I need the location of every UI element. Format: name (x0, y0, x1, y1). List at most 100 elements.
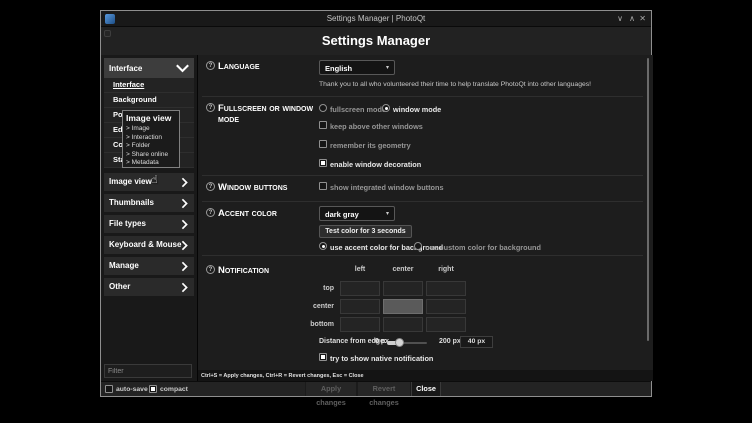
dropdown-value: dark gray (325, 210, 359, 219)
desktop-background: Settings Manager | PhotoQt ∨ ∧ ✕ Setting… (0, 0, 752, 423)
section-title-window-buttons: Window buttons (218, 182, 287, 193)
grid-row-center: center (304, 303, 334, 310)
remember-geometry-checkbox[interactable] (319, 140, 327, 148)
image-view-tooltip: Image view > Image > Interaction > Folde… (122, 110, 180, 168)
dropdown-arrow-icon: ▾ (386, 210, 389, 217)
window-decoration-label[interactable]: enable window decoration (330, 160, 421, 169)
tooltip-item: > Folder (126, 142, 176, 151)
accent-color-dropdown[interactable]: dark gray ▾ (319, 206, 395, 221)
apply-changes-button[interactable]: Apply changes (305, 382, 357, 396)
filter-input[interactable] (104, 364, 192, 378)
help-icon[interactable]: ? (206, 208, 215, 217)
remember-geometry-label[interactable]: remember its geometry (330, 141, 411, 150)
subitem-label: Interface (104, 78, 194, 92)
maximize-icon[interactable]: ∧ (629, 14, 635, 24)
close-icon[interactable]: ✕ (639, 14, 646, 24)
distance-slider-handle[interactable] (395, 338, 404, 347)
shortcut-hints: Ctrl+S = Apply changes, Ctrl+R = Revert … (201, 373, 364, 379)
grid-col-right: right (426, 266, 466, 273)
test-color-button[interactable]: Test color for 3 seconds (319, 225, 412, 238)
grid-cell-center-center-selected[interactable] (383, 299, 423, 314)
keep-above-label[interactable]: keep above other windows (330, 122, 423, 131)
tooltip-title: Image view (126, 113, 176, 123)
section-title-language: Language (218, 61, 260, 72)
subitem-label: Background (104, 93, 194, 107)
chevron-right-icon (181, 198, 188, 209)
chevron-right-icon (181, 219, 188, 230)
grid-cell-center-right[interactable] (426, 299, 466, 314)
section-divider (202, 201, 643, 202)
compact-checkbox[interactable] (149, 385, 157, 393)
sidebar-item-label: Interface (109, 64, 142, 73)
auto-save-checkbox[interactable] (105, 385, 113, 393)
tooltip-item: > Image (126, 125, 176, 134)
grid-col-left: left (340, 266, 380, 273)
faded-app-icon (104, 30, 111, 37)
sidebar-item-image-view[interactable]: Image view (104, 173, 194, 191)
grid-cell-center-left[interactable] (340, 299, 380, 314)
native-notification-label[interactable]: try to show native notification (330, 354, 433, 363)
help-icon[interactable]: ? (206, 182, 215, 191)
grid-cell-bottom-left[interactable] (340, 317, 380, 332)
help-icon[interactable]: ? (206, 103, 215, 112)
language-caption: Thank you to all who volunteered their t… (319, 81, 591, 88)
help-icon[interactable]: ? (206, 61, 215, 70)
grid-cell-bottom-center[interactable] (383, 317, 423, 332)
status-line: Ctrl+S = Apply changes, Ctrl+R = Revert … (198, 370, 653, 381)
custom-background-radio[interactable] (414, 242, 422, 250)
chevron-right-icon (181, 282, 188, 293)
keep-above-checkbox[interactable] (319, 121, 327, 129)
grid-cell-top-left[interactable] (340, 281, 380, 296)
grid-cell-bottom-right[interactable] (426, 317, 466, 332)
integrated-buttons-checkbox[interactable] (319, 182, 327, 190)
language-dropdown[interactable]: English ▾ (319, 60, 395, 75)
custom-background-label[interactable]: use custom color for background (425, 243, 541, 252)
grid-cell-top-center[interactable] (383, 281, 423, 296)
chevron-down-icon (176, 64, 189, 73)
vertical-scrollbar[interactable] (647, 58, 649, 341)
integrated-buttons-label[interactable]: show integrated window buttons (330, 183, 444, 192)
settings-sidebar: Interface Interface Background Pop Edg C… (101, 55, 198, 381)
grid-col-center: center (383, 266, 423, 273)
grid-cell-top-right[interactable] (426, 281, 466, 296)
sidebar-item-thumbnails[interactable]: Thumbnails (104, 194, 194, 212)
tooltip-item: > Metadata (126, 159, 176, 168)
sidebar-item-keyboard-mouse[interactable]: Keyboard & Mouse (104, 236, 194, 254)
help-icon[interactable]: ? (206, 265, 215, 274)
sidebar-item-interface-expanded[interactable]: Interface (104, 58, 194, 78)
settings-main-pane: ? Language English ▾ Thank you to all wh… (198, 55, 653, 381)
tooltip-item: > Share online (126, 151, 176, 160)
settings-header: Settings Manager (101, 27, 651, 55)
section-divider (202, 96, 643, 97)
native-notification-checkbox[interactable] (319, 353, 327, 361)
window-mode-radio[interactable] (382, 104, 390, 112)
fullscreen-mode-label[interactable]: fullscreen mode (330, 105, 386, 114)
window-mode-label[interactable]: window mode (393, 105, 441, 114)
sidebar-subitem-interface[interactable]: Interface (104, 78, 194, 93)
sidebar-item-other[interactable]: Other (104, 278, 194, 296)
auto-save-label[interactable]: auto-save (116, 386, 148, 393)
revert-changes-button[interactable]: Revert changes (357, 382, 411, 396)
titlebar[interactable]: Settings Manager | PhotoQt ∨ ∧ ✕ (101, 11, 651, 27)
section-title-notification: Notification (218, 265, 269, 276)
dropdown-arrow-icon: ▾ (386, 64, 389, 71)
section-title-fullscreen: Fullscreen or window mode (218, 103, 320, 125)
chevron-right-icon (181, 177, 188, 188)
section-divider (202, 255, 643, 256)
compact-label[interactable]: compact (160, 386, 188, 393)
sidebar-subitem-background[interactable]: Background (104, 93, 194, 108)
section-divider (202, 175, 643, 176)
window-decoration-checkbox[interactable] (319, 159, 327, 167)
sidebar-item-manage[interactable]: Manage (104, 257, 194, 275)
close-button[interactable]: Close (411, 382, 441, 396)
accent-background-radio[interactable] (319, 242, 327, 250)
section-title-accent-color: Accent color (218, 208, 277, 219)
sidebar-item-file-types[interactable]: File types (104, 215, 194, 233)
bottom-bar: auto-save compact Apply changes Revert c… (101, 381, 651, 396)
window-title: Settings Manager | PhotoQt (101, 14, 651, 23)
dropdown-value: English (325, 64, 352, 73)
mouse-cursor-hand-icon: ☝ (151, 173, 158, 186)
minimize-icon[interactable]: ∨ (617, 14, 623, 24)
distance-value-box[interactable]: 40 px (460, 336, 493, 348)
fullscreen-mode-radio[interactable] (319, 104, 327, 112)
